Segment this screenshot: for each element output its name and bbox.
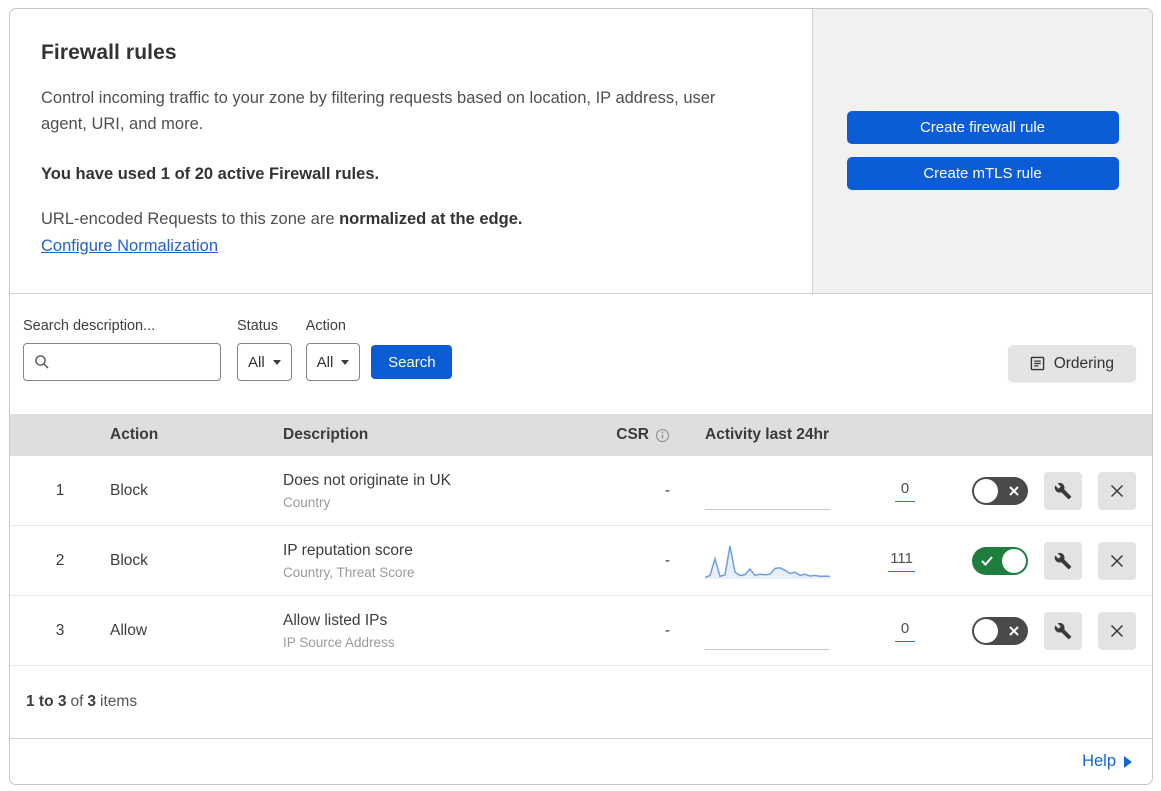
column-activity-header: Activity last 24hr [705, 426, 830, 443]
summary-items: items [100, 693, 138, 710]
actions-side-panel: Create firewall rule Create mTLS rule [812, 9, 1152, 293]
column-action-header: Action [110, 426, 159, 443]
ordering-button[interactable]: Ordering [1007, 345, 1136, 382]
check-icon [981, 555, 993, 566]
status-label: Status [237, 318, 279, 334]
activity-count-link[interactable]: 0 [895, 480, 915, 502]
table-header: Action Description CSR Activity last 24h… [10, 414, 1152, 456]
rule-index: 3 [55, 621, 65, 639]
status-toggle[interactable] [972, 616, 1028, 645]
filter-bar: Search description... Status All Action [10, 294, 1152, 414]
table-row: 2 Block IP reputation score Country, Thr… [10, 526, 1152, 596]
delete-rule-button[interactable] [1098, 611, 1136, 650]
delete-rule-button[interactable] [1098, 471, 1136, 510]
wrench-icon [1054, 482, 1072, 500]
csr-header-label: CSR [616, 426, 649, 443]
header-section: Firewall rules Control incoming traffic … [10, 9, 1152, 294]
rule-action: Block [110, 481, 148, 499]
rule-index: 2 [55, 551, 65, 569]
activity-sparkline [705, 612, 830, 650]
summary-total: 3 [87, 693, 97, 710]
action-label: Action [305, 318, 346, 334]
create-firewall-rule-button[interactable]: Create firewall rule [846, 111, 1119, 144]
header-text-block: Firewall rules Control incoming traffic … [10, 9, 812, 293]
rule-csr-value: - [664, 551, 670, 569]
close-icon [1109, 553, 1125, 569]
column-csr-header: CSR [590, 426, 680, 444]
help-link-label: Help [1082, 752, 1116, 770]
edit-rule-button[interactable] [1044, 471, 1082, 510]
action-filter-group: Action All [305, 318, 361, 381]
close-icon [1109, 623, 1125, 639]
info-icon[interactable] [655, 428, 670, 443]
configure-normalization-link[interactable]: Configure Normalization [41, 237, 218, 256]
search-button[interactable]: Search [371, 345, 453, 379]
edit-rule-button[interactable] [1044, 611, 1082, 650]
rule-action: Block [110, 551, 148, 569]
normalization-note-text: URL-encoded Requests to this zone are [41, 210, 340, 228]
search-box[interactable] [23, 343, 259, 381]
rule-csr-value: - [664, 621, 670, 639]
search-input[interactable] [56, 347, 259, 377]
toggle-knob [974, 478, 998, 503]
summary-range: 1 to 3 [26, 693, 67, 710]
rule-fields: Country, Threat Score [283, 564, 415, 580]
rule-index: 1 [55, 481, 65, 499]
page-description: Control incoming traffic to your zone by… [41, 89, 716, 133]
activity-sparkline [704, 542, 831, 580]
help-link[interactable]: Help [1082, 752, 1132, 771]
status-filter-group: Status All [237, 318, 292, 381]
delete-rule-button[interactable] [1098, 541, 1136, 580]
help-bar: Help [10, 739, 1152, 784]
status-select-value: All [248, 353, 265, 371]
rule-description: Allow listed IPs [283, 611, 388, 629]
close-icon [1109, 483, 1125, 499]
table-row: 3 Allow Allow listed IPs IP Source Addre… [10, 596, 1152, 666]
rule-description: Does not originate in UK [283, 471, 452, 489]
wrench-icon [1054, 552, 1072, 570]
chevron-down-icon [272, 359, 281, 365]
ordering-button-label: Ordering [1053, 354, 1114, 372]
rule-action: Allow [110, 621, 148, 639]
pagination-summary: 1 to 3 of 3 items [10, 666, 1152, 739]
edit-rule-button[interactable] [1044, 541, 1082, 580]
x-icon [1009, 485, 1019, 496]
normalization-note: URL-encoded Requests to this zone are no… [41, 210, 752, 229]
search-group: Search description... [23, 318, 259, 381]
status-select[interactable]: All [237, 343, 292, 381]
toggle-knob [1002, 548, 1026, 573]
usage-summary: You have used 1 of 20 active Firewall ru… [41, 165, 380, 183]
toggle-knob [974, 618, 998, 643]
action-select-value: All [316, 353, 334, 371]
rule-fields: Country [283, 494, 331, 510]
x-icon [1009, 625, 1019, 636]
page-title: Firewall rules [41, 41, 177, 64]
status-toggle[interactable] [972, 546, 1028, 575]
search-label: Search description... [23, 318, 156, 334]
normalization-note-bold: normalized at the edge. [339, 210, 523, 228]
summary-of: of [70, 693, 84, 710]
chevron-down-icon [341, 359, 350, 365]
action-select[interactable]: All [305, 343, 361, 381]
status-toggle[interactable] [972, 476, 1028, 505]
table-row: 1 Block Does not originate in UK Country… [10, 456, 1152, 526]
rule-description: IP reputation score [283, 541, 413, 559]
column-description-header: Description [283, 426, 369, 443]
create-mtls-rule-button[interactable]: Create mTLS rule [846, 157, 1119, 190]
arrow-right-icon [1124, 755, 1132, 768]
search-icon [34, 354, 50, 370]
wrench-icon [1054, 622, 1072, 640]
activity-count-link[interactable]: 0 [895, 620, 915, 642]
rule-csr-value: - [664, 481, 670, 499]
activity-count-link[interactable]: 111 [888, 550, 915, 572]
ordering-list-icon [1030, 356, 1045, 371]
firewall-rules-panel: Firewall rules Control incoming traffic … [9, 8, 1153, 785]
activity-sparkline [705, 472, 830, 510]
rule-fields: IP Source Address [283, 634, 395, 650]
